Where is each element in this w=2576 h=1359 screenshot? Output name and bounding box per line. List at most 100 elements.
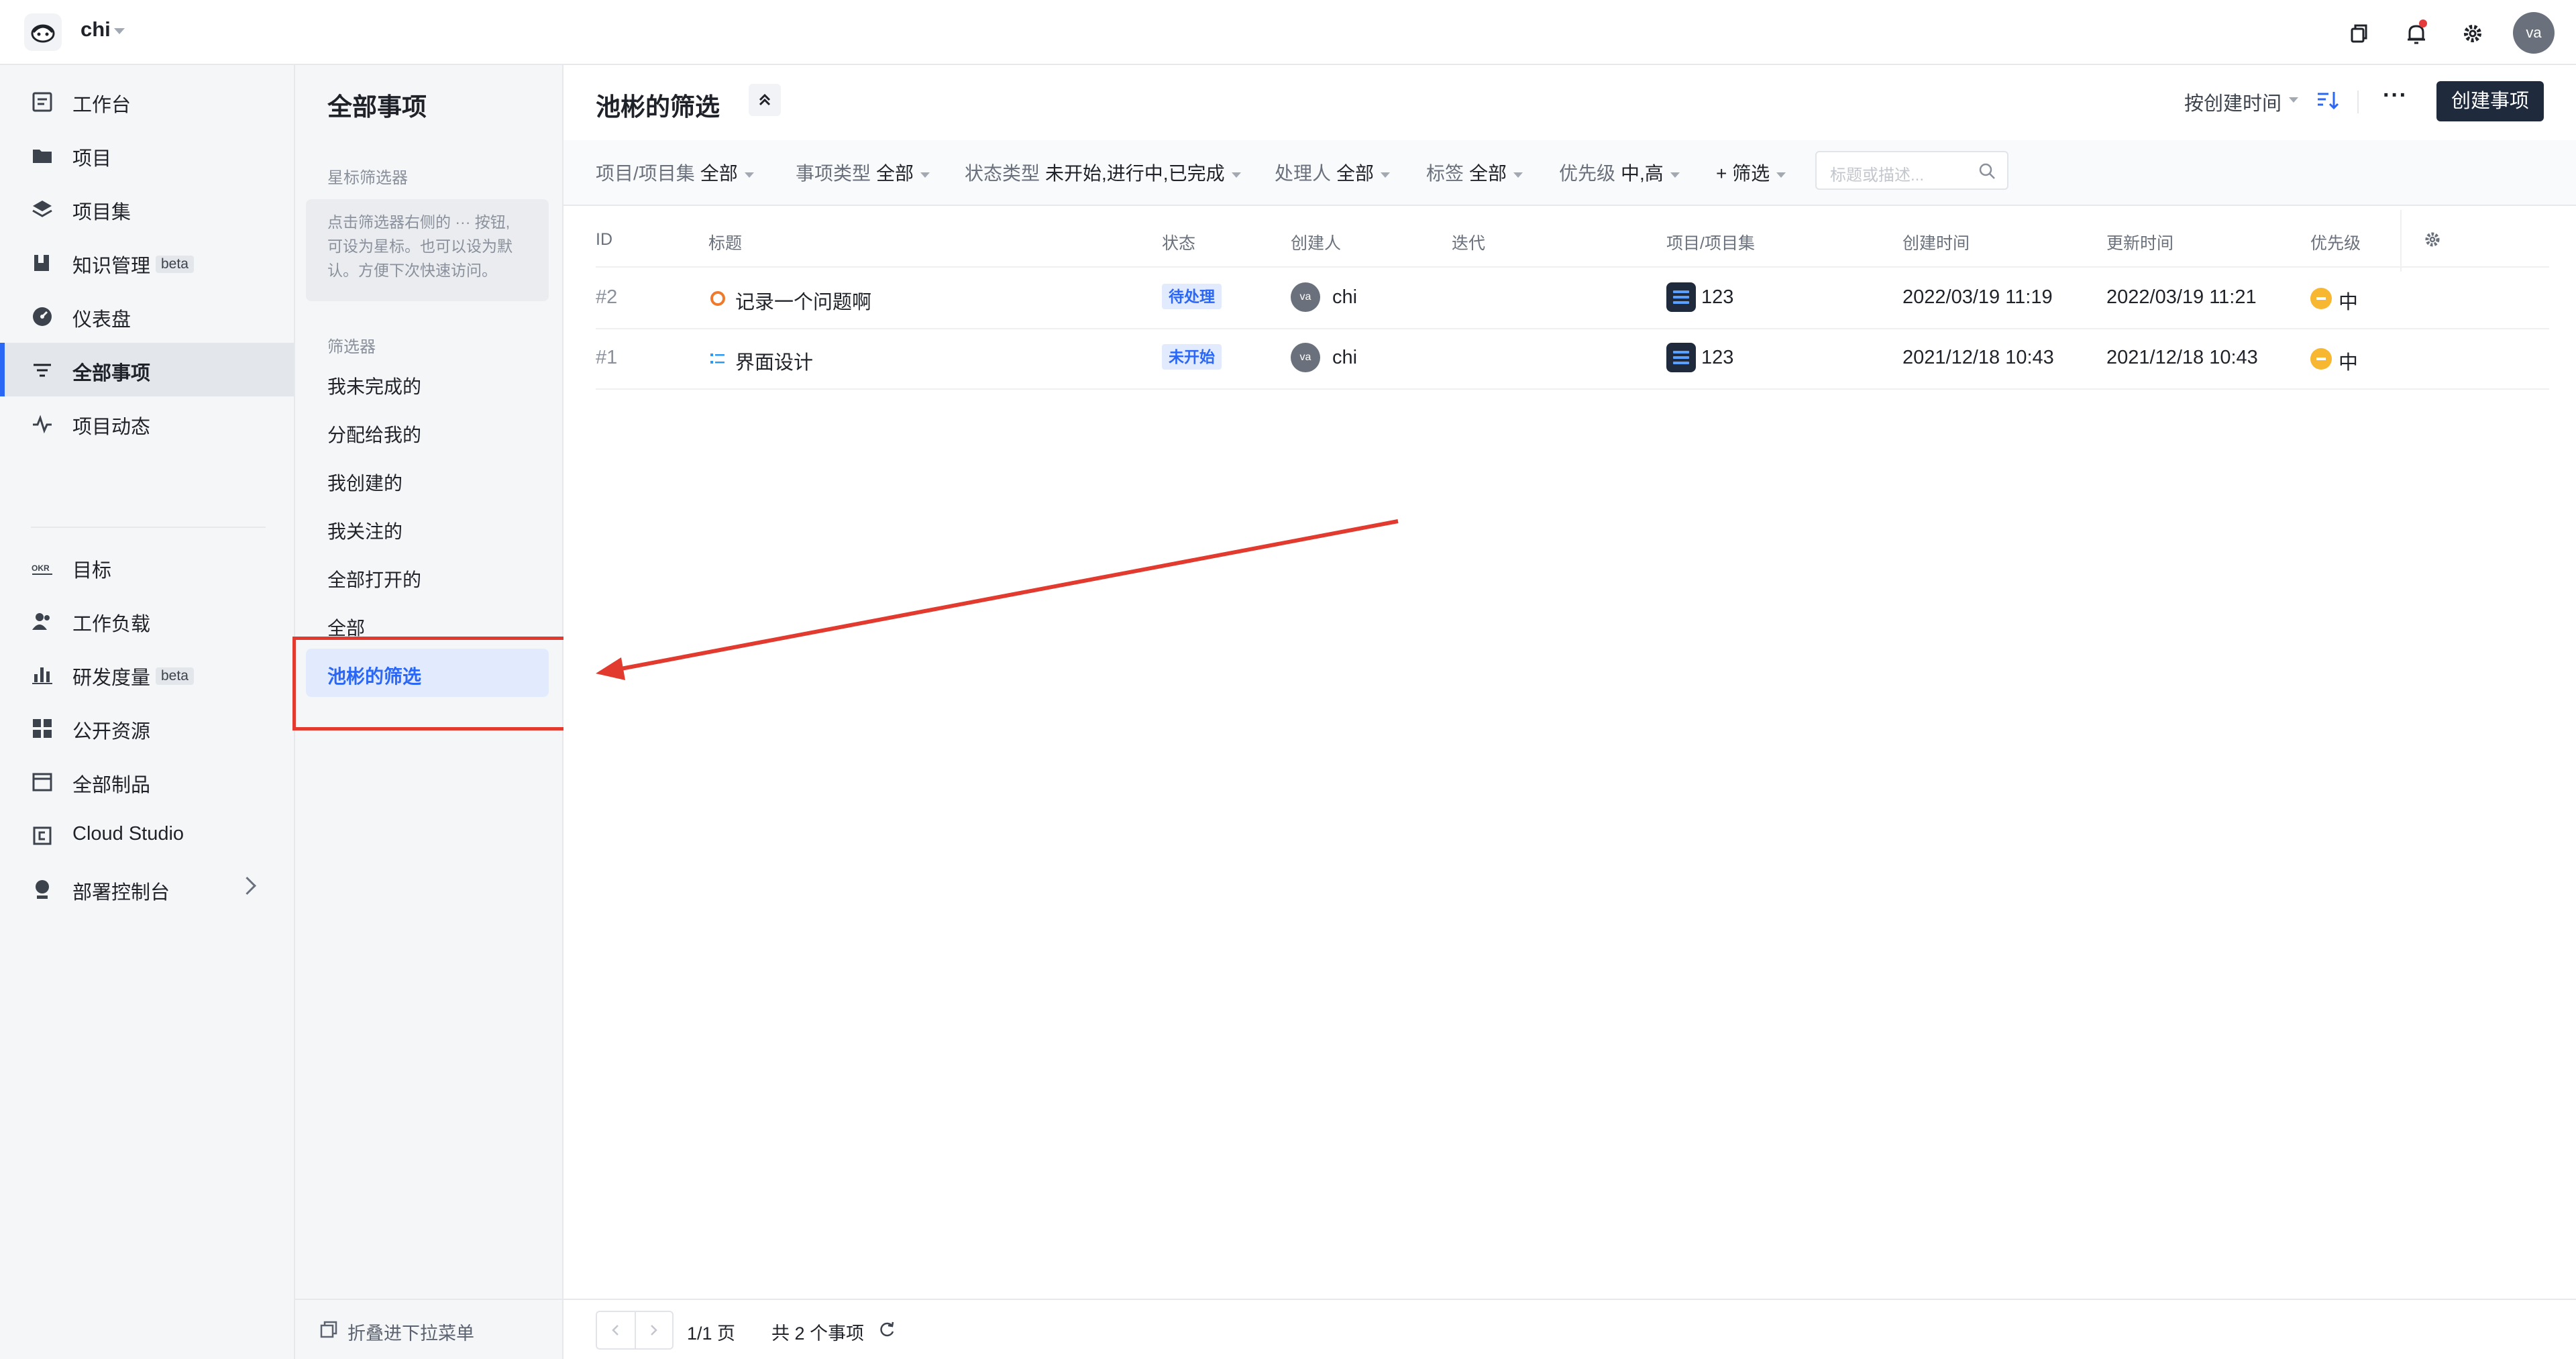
sidebar-item-public-resources[interactable]: 公开资源	[0, 701, 294, 755]
add-filter-button[interactable]: + 筛选	[1716, 159, 1786, 186]
issue-title[interactable]: 记录一个问题啊	[735, 286, 871, 315]
sidebar-item-dashboard[interactable]: 仪表盘	[0, 289, 294, 343]
defect-icon	[710, 291, 725, 306]
filter-item-my-unfinished[interactable]: 我未完成的	[327, 372, 421, 399]
column-header-id[interactable]: ID	[596, 230, 612, 250]
column-header-creator[interactable]: 创建人	[1291, 230, 1341, 254]
copy-icon[interactable]	[2345, 20, 2372, 47]
table-header-divider	[596, 266, 2549, 268]
sidebar-item-deploy-console[interactable]: 部署控制台	[0, 862, 294, 916]
filter-priority[interactable]: 优先级 中,高	[1559, 159, 1680, 186]
caret-down-icon[interactable]	[114, 28, 125, 34]
column-header-status[interactable]: 状态	[1162, 230, 1195, 254]
priority-label[interactable]: 中	[2339, 347, 2358, 375]
collapse-to-dropdown[interactable]: 折叠进下拉菜单	[295, 1299, 562, 1359]
priority-label[interactable]: 中	[2339, 286, 2358, 315]
sidebar-item-goals[interactable]: OKR 目标	[0, 540, 294, 594]
sidebar-item-all-issues[interactable]: 全部事项	[0, 343, 294, 396]
sidebar-item-label: 知识管理	[72, 256, 151, 277]
filter-bar: 项目/项目集 全部 事项类型 全部 状态类型 未开始,进行中,已完成 处理人 全部 标签…	[564, 140, 2576, 206]
page-select[interactable]: 1/1 页	[687, 1319, 735, 1345]
pulse-icon	[33, 415, 52, 434]
cloud-studio-icon	[33, 826, 52, 845]
annotation-highlight-box	[292, 637, 573, 730]
app-logo[interactable]	[24, 13, 62, 51]
box-icon	[32, 773, 52, 792]
row-divider	[596, 388, 2549, 390]
filter-assignee[interactable]: 处理人 全部	[1275, 159, 1391, 186]
issue-id[interactable]: #1	[596, 347, 617, 369]
column-header-title[interactable]: 标题	[708, 230, 742, 254]
project-name[interactable]: 123	[1701, 347, 1733, 369]
users-icon	[32, 613, 50, 630]
sidebar-item-label: 仪表盘	[72, 309, 131, 331]
sidebar-item-workload[interactable]: 工作负载	[0, 594, 294, 647]
created-time: 2022/03/19 11:19	[1902, 286, 2053, 308]
status-badge[interactable]: 待处理	[1162, 284, 1222, 309]
search-input[interactable]: 标题或描述...	[1815, 151, 2008, 190]
refresh-icon[interactable]	[877, 1320, 896, 1339]
search-icon	[1979, 163, 1995, 179]
sort-desc-icon[interactable]	[2316, 88, 2340, 112]
left-sidebar: 工作台 项目 项目集 知识管理 beta 仪表盘 全部事项 项目动态 OKR 目…	[0, 65, 295, 1359]
sidebar-item-label: 目标	[72, 560, 112, 582]
project-name[interactable]: 123	[1701, 286, 1733, 309]
issue-id[interactable]: #2	[596, 286, 617, 309]
project-icon	[1666, 343, 1696, 372]
chevron-right-icon[interactable]	[238, 877, 256, 895]
filter-label[interactable]: 标签 全部	[1426, 159, 1523, 186]
user-avatar[interactable]: va	[2513, 12, 2555, 54]
sidebar-item-metrics[interactable]: 研发度量 beta	[0, 647, 294, 701]
sidebar-item-projects[interactable]: 项目	[0, 128, 294, 182]
create-issue-button[interactable]: 创建事项	[2436, 81, 2544, 121]
column-settings-gear-icon[interactable]	[2422, 229, 2443, 250]
bar-chart-icon	[32, 667, 52, 684]
filter-item-all-open[interactable]: 全部打开的	[327, 565, 421, 592]
book-icon	[34, 255, 49, 271]
sidebar-item-label: 全部事项	[72, 363, 151, 384]
filter-item-created-by-me[interactable]: 我创建的	[327, 469, 402, 496]
caret-down-icon[interactable]	[2289, 97, 2298, 103]
filter-item-assigned-to-me[interactable]: 分配给我的	[327, 421, 421, 447]
column-header-iteration[interactable]: 迭代	[1452, 230, 1485, 254]
collapse-label: 折叠进下拉菜单	[347, 1323, 474, 1344]
column-header-updated[interactable]: 更新时间	[2106, 230, 2174, 254]
pager-divider	[635, 1312, 636, 1348]
project-icon	[1666, 282, 1696, 312]
starred-tip-line: 认。方便下次快速访问。	[327, 262, 497, 279]
pager-buttons	[596, 1311, 674, 1350]
filter-issue-type[interactable]: 事项类型 全部	[796, 159, 930, 186]
sidebar-item-artifacts[interactable]: 全部制品	[0, 755, 294, 808]
next-page-icon[interactable]	[647, 1323, 660, 1338]
filter-project[interactable]: 项目/项目集 全部	[596, 159, 754, 186]
filter-status-type[interactable]: 状态类型 未开始,进行中,已完成	[965, 159, 1241, 186]
issue-title[interactable]: 界面设计	[735, 347, 813, 375]
double-chevron-up-icon	[759, 93, 771, 106]
starred-tip-line: 可设为星标。也可以设为默	[327, 237, 513, 255]
sort-field-select[interactable]: 按创建时间	[2184, 88, 2282, 116]
team-switcher[interactable]: chi	[80, 17, 111, 42]
sidebar-item-knowledge[interactable]: 知识管理 beta	[0, 235, 294, 289]
pagination-bar: 1/1 页 共 2 个事项	[564, 1299, 2576, 1359]
filter-panel-title: 全部事项	[327, 93, 427, 121]
more-options-icon[interactable]: ···	[2383, 83, 2408, 109]
priority-medium-icon	[2310, 288, 2332, 309]
column-header-priority[interactable]: 优先级	[2310, 230, 2361, 254]
column-header-created[interactable]: 创建时间	[1902, 230, 1970, 254]
prev-page-icon[interactable]	[609, 1323, 623, 1338]
gear-icon[interactable]	[2459, 20, 2486, 47]
sidebar-item-programs[interactable]: 项目集	[0, 182, 294, 235]
sidebar-item-workbench[interactable]: 工作台	[0, 74, 294, 128]
starred-section-label: 星标筛选器	[327, 169, 408, 187]
sidebar-item-activity[interactable]: 项目动态	[0, 396, 294, 450]
sidebar-item-cloud-studio[interactable]: Cloud Studio	[0, 808, 294, 862]
collapse-header-button[interactable]	[749, 84, 781, 116]
creator-name: chi	[1332, 347, 1358, 368]
filter-item-watched[interactable]: 我关注的	[327, 517, 402, 544]
creator-avatar: va	[1291, 343, 1320, 372]
status-badge[interactable]: 未开始	[1162, 344, 1222, 370]
starred-tip: 点击筛选器右侧的 ··· 按钮, 可设为星标。也可以设为默 认。方便下次快速访问…	[306, 199, 549, 301]
sidebar-item-label: 工作台	[72, 95, 131, 116]
sidebar-item-label: 公开资源	[72, 721, 151, 743]
column-header-project[interactable]: 项目/项目集	[1666, 230, 1755, 254]
